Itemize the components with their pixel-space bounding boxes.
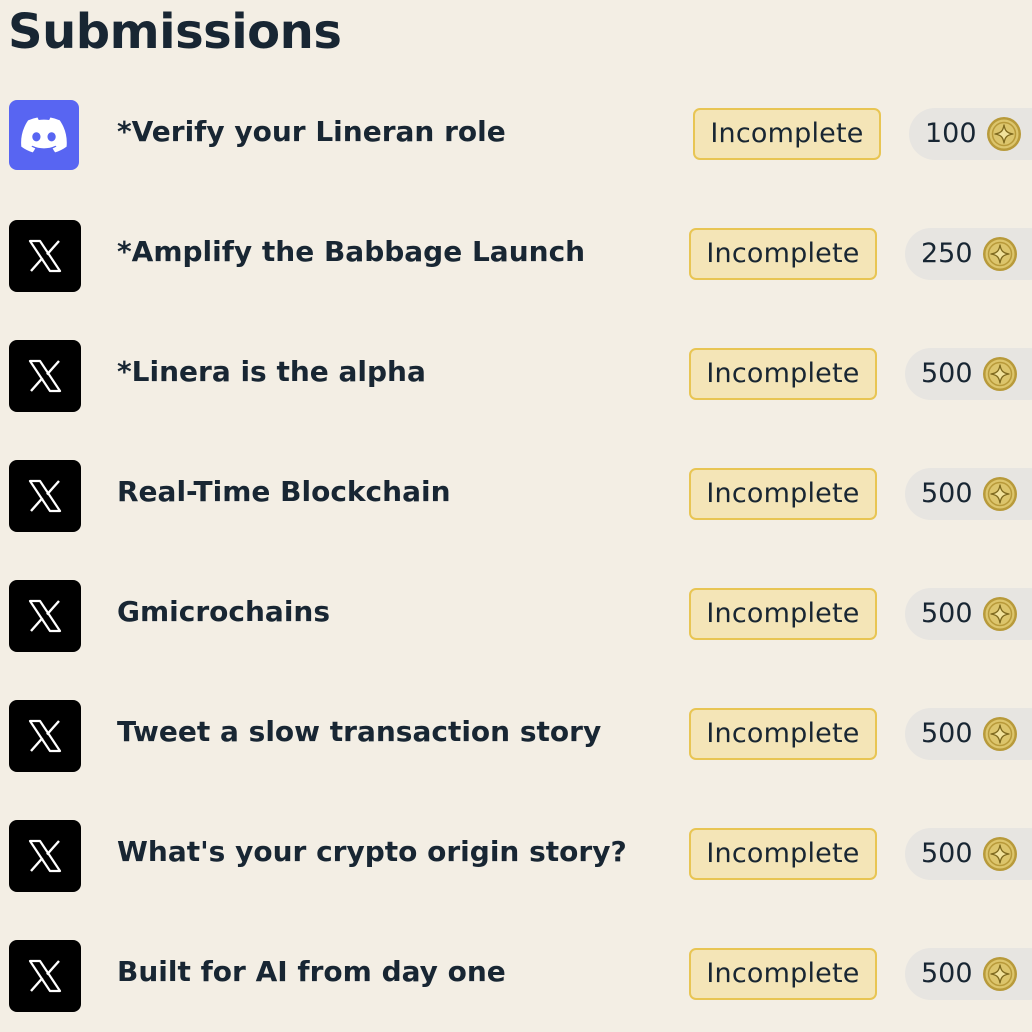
status-badge: Incomplete: [689, 348, 877, 400]
submissions-page: Submissions *Verify your Lineran role In…: [0, 0, 1032, 1032]
x-logo: [28, 599, 62, 633]
task-row[interactable]: Gmicrochains Incomplete 500: [0, 580, 1032, 652]
x-icon: [9, 940, 81, 1012]
task-title: Built for AI from day one: [117, 955, 506, 988]
task-title: Gmicrochains: [117, 595, 331, 628]
x-icon: [9, 340, 81, 412]
x-icon: [9, 220, 81, 292]
x-icon: [9, 580, 81, 652]
points-pill: 500: [905, 588, 1032, 640]
task-row[interactable]: *Linera is the alpha Incomplete 500: [0, 340, 1032, 412]
status-badge: Incomplete: [689, 228, 877, 280]
x-logo: [28, 719, 62, 753]
coin-icon: [983, 597, 1017, 631]
points-pill: 100: [909, 108, 1032, 160]
x-logo: [28, 479, 62, 513]
task-row[interactable]: Tweet a slow transaction story Incomplet…: [0, 700, 1032, 772]
x-logo: [28, 839, 62, 873]
points-pill: 500: [905, 348, 1032, 400]
status-badge: Incomplete: [693, 108, 881, 160]
points-value: 500: [921, 358, 973, 389]
status-badge: Incomplete: [689, 708, 877, 760]
task-title: *Verify your Lineran role: [117, 115, 506, 148]
task-row[interactable]: What's your crypto origin story? Incompl…: [0, 820, 1032, 892]
status-badge: Incomplete: [689, 828, 877, 880]
coin-icon: [983, 957, 1017, 991]
coin-icon: [983, 237, 1017, 271]
status-badge: Incomplete: [689, 588, 877, 640]
task-row[interactable]: Real-Time Blockchain Incomplete 500: [0, 460, 1032, 532]
task-title: Tweet a slow transaction story: [117, 715, 602, 748]
coin-icon: [983, 837, 1017, 871]
task-title: *Amplify the Babbage Launch: [117, 235, 586, 268]
task-list: *Verify your Lineran role Incomplete 100: [0, 0, 1032, 1032]
points-pill: 250: [905, 228, 1032, 280]
points-value: 500: [921, 478, 973, 509]
task-title: Real-Time Blockchain: [117, 475, 451, 508]
points-pill: 500: [905, 948, 1032, 1000]
x-icon: [9, 460, 81, 532]
points-pill: 500: [905, 708, 1032, 760]
points-pill: 500: [905, 468, 1032, 520]
x-logo: [28, 359, 62, 393]
x-icon: [9, 700, 81, 772]
coin-icon: [983, 477, 1017, 511]
coin-icon: [983, 357, 1017, 391]
task-row[interactable]: Built for AI from day one Incomplete 500: [0, 940, 1032, 1012]
task-title: What's your crypto origin story?: [117, 835, 627, 868]
points-value: 500: [921, 958, 973, 989]
task-row[interactable]: *Verify your Lineran role Incomplete 100: [0, 100, 1032, 172]
points-value: 100: [925, 118, 977, 149]
x-logo: [28, 239, 62, 273]
x-icon: [9, 820, 81, 892]
task-row[interactable]: *Amplify the Babbage Launch Incomplete 2…: [0, 220, 1032, 292]
points-pill: 500: [905, 828, 1032, 880]
discord-logo: [21, 117, 67, 153]
coin-icon: [983, 717, 1017, 751]
points-value: 500: [921, 718, 973, 749]
status-badge: Incomplete: [689, 948, 877, 1000]
discord-icon: [9, 100, 79, 170]
points-value: 500: [921, 598, 973, 629]
coin-icon: [987, 117, 1021, 151]
x-logo: [28, 959, 62, 993]
points-value: 250: [921, 238, 973, 269]
task-title: *Linera is the alpha: [117, 355, 426, 388]
status-badge: Incomplete: [689, 468, 877, 520]
points-value: 500: [921, 838, 973, 869]
